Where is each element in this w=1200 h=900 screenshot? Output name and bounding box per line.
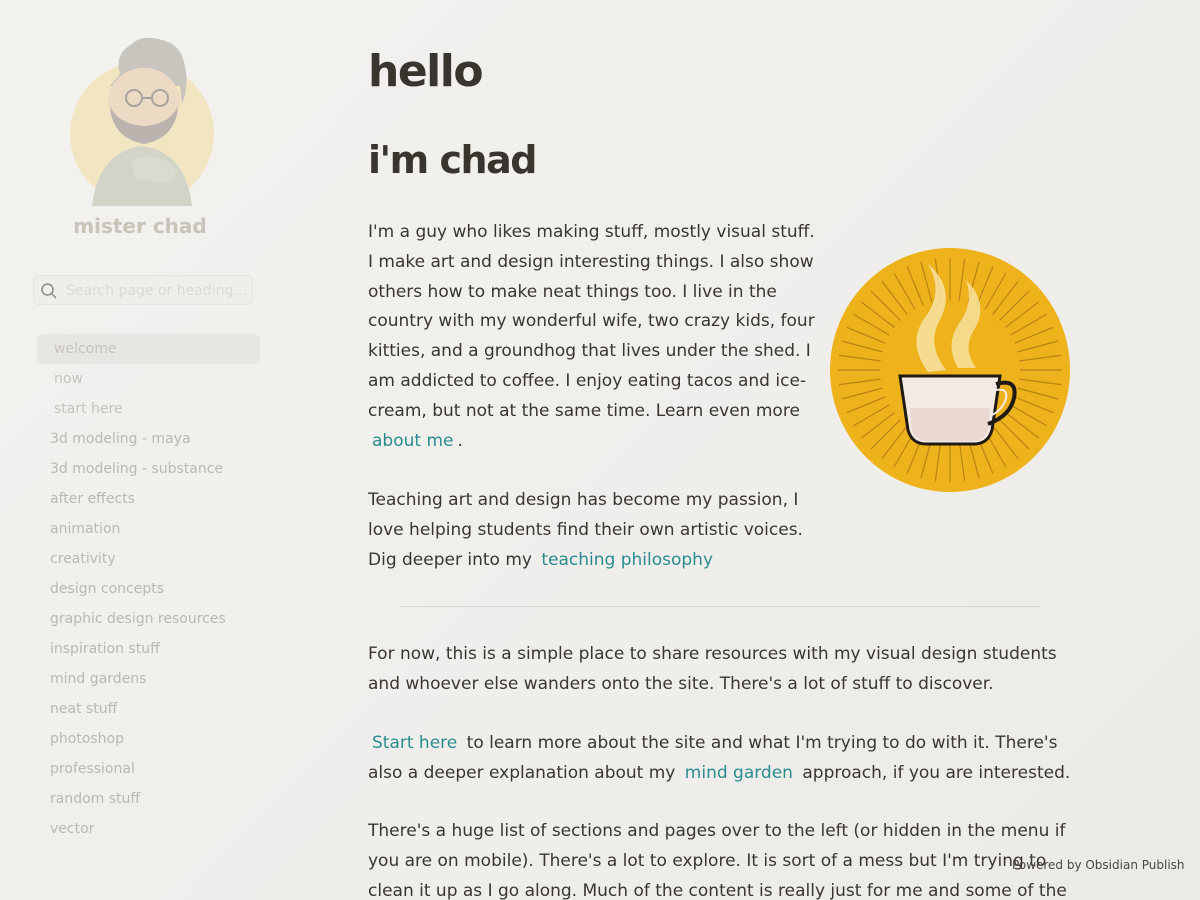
mind-garden-link[interactable]: mind garden [681, 763, 797, 783]
teaching-philosophy-link[interactable]: teaching philosophy [537, 550, 717, 570]
start-here-paragraph: Start here to learn more about the site … [368, 729, 1078, 789]
search-input[interactable] [64, 280, 248, 302]
coffee-cup-illustration [830, 248, 1070, 492]
sidebar-item-after-effects[interactable]: after effects [37, 484, 260, 514]
sidebar: mister chad welcome now start here 3d mo… [0, 0, 280, 900]
search-box[interactable] [33, 275, 253, 305]
teaching-paragraph: Teaching art and design has become my pa… [368, 486, 818, 575]
sidebar-item-mind-gardens[interactable]: mind gardens [37, 664, 260, 694]
search-icon [41, 283, 57, 299]
page-subtitle: i'm chad [368, 138, 537, 182]
intro-end: . [457, 430, 463, 451]
sidebar-item-neat-stuff[interactable]: neat stuff [37, 694, 260, 724]
page: mister chad welcome now start here 3d mo… [0, 0, 1200, 900]
sections-paragraph: There's a huge list of sections and page… [368, 821, 1067, 900]
sidebar-item-professional[interactable]: professional [37, 754, 260, 784]
start-here-link[interactable]: Start here [368, 733, 461, 753]
sidebar-item-vector[interactable]: vector [37, 814, 260, 844]
sidebar-item-3d-modeling-substance[interactable]: 3d modeling - substance [37, 454, 260, 484]
about-me-link[interactable]: about me [368, 431, 457, 451]
site-name[interactable]: mister chad [0, 214, 280, 238]
sidebar-nav: welcome now start here 3d modeling - may… [37, 334, 260, 844]
for-now-paragraph: For now, this is a simple place to share… [368, 644, 1057, 694]
sidebar-item-now[interactable]: now [37, 364, 260, 394]
sidebar-item-photoshop[interactable]: photoshop [37, 724, 260, 754]
sidebar-item-random-stuff[interactable]: random stuff [37, 784, 260, 814]
sidebar-item-animation[interactable]: animation [37, 514, 260, 544]
sidebar-item-welcome[interactable]: welcome [37, 334, 260, 364]
site-avatar[interactable] [70, 34, 214, 206]
page-title: hello [368, 46, 484, 97]
sidebar-item-inspiration-stuff[interactable]: inspiration stuff [37, 634, 260, 664]
sidebar-item-3d-modeling-maya[interactable]: 3d modeling - maya [37, 424, 260, 454]
intro-text: I'm a guy who likes making stuff, mostly… [368, 222, 815, 421]
sidebar-item-graphic-design-resources[interactable]: graphic design resources [37, 604, 260, 634]
sidebar-item-creativity[interactable]: creativity [37, 544, 260, 574]
sidebar-item-start-here[interactable]: start here [37, 394, 260, 424]
intro-paragraph: I'm a guy who likes making stuff, mostly… [368, 218, 818, 456]
powered-by-link[interactable]: Powered by Obsidian Publish [1012, 858, 1185, 872]
start-text-end: approach, if you are interested. [802, 762, 1071, 783]
sidebar-item-design-concepts[interactable]: design concepts [37, 574, 260, 604]
divider [400, 606, 1040, 607]
